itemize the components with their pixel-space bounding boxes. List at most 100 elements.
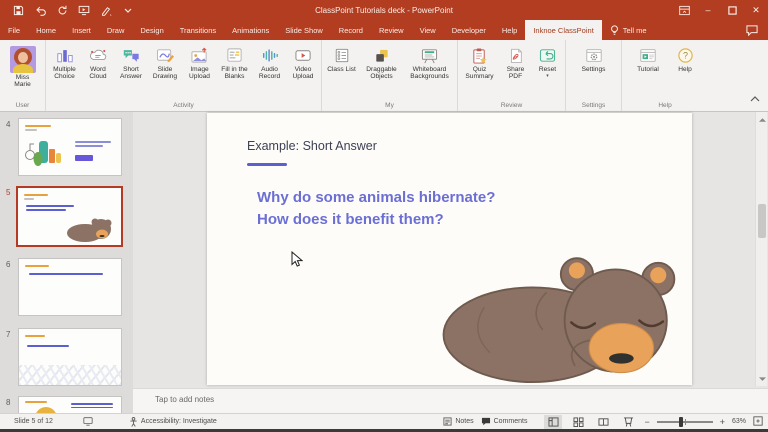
slideshow-view-button[interactable] [619, 415, 637, 429]
class-list-button[interactable]: Class List [324, 44, 360, 73]
customize-toolbar-icon[interactable] [122, 4, 134, 16]
slide-4-thumbnail[interactable] [18, 118, 122, 176]
share-pdf-button[interactable]: Share PDF [500, 44, 532, 81]
user-profile-button[interactable]: Miss Marie [6, 44, 40, 89]
tab-view[interactable]: View [412, 20, 444, 40]
mouse-cursor [291, 251, 303, 267]
save-icon[interactable] [12, 4, 24, 16]
slide-7-thumbnail[interactable] [18, 328, 122, 386]
display-settings-icon[interactable] [83, 416, 93, 428]
close-button[interactable]: ✕ [744, 0, 768, 20]
slide-6-thumbnail[interactable] [18, 258, 122, 316]
slide-editor-area: Example: Short Answer Why do some animal… [133, 112, 768, 388]
notes-icon [443, 417, 452, 426]
tab-help[interactable]: Help [494, 20, 525, 40]
title-underline [247, 163, 287, 166]
zoom-in-button[interactable]: + [720, 417, 725, 427]
quiz-summary-button[interactable]: Quiz Summary [460, 44, 500, 81]
tell-me[interactable]: Tell me [602, 20, 655, 40]
zoom-out-button[interactable]: − [644, 417, 649, 427]
notes-pane[interactable]: Tap to add notes [133, 388, 768, 413]
user-avatar [9, 46, 36, 73]
tab-design[interactable]: Design [132, 20, 171, 40]
tutorial-button[interactable]: Tutorial [628, 44, 668, 73]
group-label-activity: Activity [173, 102, 194, 109]
slide-sorter-view-button[interactable] [569, 415, 587, 429]
zoom-slider[interactable] [656, 416, 713, 427]
tab-insert[interactable]: Insert [64, 20, 99, 40]
comments-toggle[interactable]: Comments [481, 417, 527, 426]
slide-5-thumbnail[interactable] [16, 186, 123, 247]
reset-button[interactable]: Reset ▾ [532, 44, 564, 79]
reset-dropdown-caret[interactable]: ▾ [546, 74, 549, 79]
help-button[interactable]: ? Help [668, 44, 702, 73]
ribbon: Miss Marie User Multiple Choice Word Clo… [0, 40, 768, 112]
group-label-help: Help [658, 102, 672, 109]
zoom-level[interactable]: 63% [732, 418, 746, 425]
quick-access-toolbar [0, 4, 134, 16]
slide-number: 6 [6, 260, 11, 269]
tab-file[interactable]: File [0, 20, 28, 40]
comments-pane-icon[interactable] [746, 20, 768, 40]
multiple-choice-button[interactable]: Multiple Choice [48, 44, 82, 81]
undo-icon[interactable] [34, 4, 46, 16]
zoom-slider-thumb[interactable] [678, 416, 683, 427]
slide-8-thumbnail[interactable] [18, 396, 122, 413]
slide-drawing-button[interactable]: Slide Drawing [148, 44, 183, 81]
accessibility-status[interactable]: Accessibility: Investigate [129, 416, 217, 427]
ribbon-group-help: Tutorial ? Help Help [622, 40, 708, 111]
scroll-down-icon[interactable] [756, 372, 768, 386]
cell-pattern [19, 365, 121, 385]
draggable-objects-button[interactable]: Draggable Objects [360, 44, 404, 81]
scroll-up-icon[interactable] [756, 112, 768, 126]
tab-transitions[interactable]: Transitions [172, 20, 224, 40]
minimize-button[interactable]: – [696, 0, 720, 20]
audio-record-button[interactable]: Audio Record [253, 44, 287, 81]
whiteboard-backgrounds-button[interactable]: Whiteboard Backgrounds [404, 44, 456, 81]
restore-button[interactable] [720, 0, 744, 20]
image-upload-button[interactable]: Image Upload [183, 44, 217, 81]
tab-home[interactable]: Home [28, 20, 64, 40]
bear-mini-illustration [67, 218, 112, 242]
vertical-scrollbar[interactable] [755, 112, 767, 386]
current-slide-canvas[interactable]: Example: Short Answer Why do some animal… [207, 113, 692, 385]
start-slideshow-icon[interactable] [78, 4, 90, 16]
video-upload-button[interactable]: Video Upload [287, 44, 320, 81]
notes-toggle[interactable]: Notes [443, 417, 474, 426]
ink-tools-icon[interactable] [100, 4, 112, 16]
tab-inknoe-classpoint[interactable]: Inknoe ClassPoint [525, 20, 602, 40]
video-icon [294, 46, 313, 65]
slide-title: Example: Short Answer [247, 139, 377, 153]
ribbon-group-activity: Multiple Choice Word Cloud Short Answer … [46, 40, 322, 111]
question-text: Why do some animals hibernate? How does … [257, 189, 496, 228]
slide-number: 7 [6, 330, 11, 339]
notes-placeholder: Tap to add notes [155, 395, 215, 404]
title-bar: ClassPoint Tutorials deck - PowerPoint –… [0, 0, 768, 20]
speech-bubbles-icon [122, 46, 140, 65]
word-cloud-button[interactable]: Word Cloud [82, 44, 115, 81]
tab-record[interactable]: Record [331, 20, 371, 40]
fill-in-the-blanks-button[interactable]: Fill in the Blanks [217, 44, 253, 81]
ribbon-group-my: Class List Draggable Objects Whiteboard … [322, 40, 458, 111]
short-answer-button[interactable]: Short Answer [115, 44, 148, 81]
question-mark-icon: ? [677, 46, 694, 65]
slide-number: 4 [6, 120, 11, 129]
reading-view-button[interactable] [594, 415, 612, 429]
group-label-user: User [15, 102, 30, 109]
tab-animations[interactable]: Animations [224, 20, 277, 40]
fit-slide-to-window-button[interactable] [753, 415, 763, 428]
redo-icon[interactable] [56, 4, 68, 16]
tab-review[interactable]: Review [371, 20, 412, 40]
ribbon-display-options-icon[interactable] [672, 0, 696, 20]
settings-button[interactable]: Settings [574, 44, 614, 73]
tab-developer[interactable]: Developer [444, 20, 494, 40]
health-illustration [25, 141, 61, 166]
bar-chart-icon [56, 46, 74, 65]
tab-draw[interactable]: Draw [99, 20, 133, 40]
reset-icon [539, 46, 556, 65]
scrollbar-thumb[interactable] [758, 204, 766, 238]
whiteboard-icon [420, 46, 439, 65]
normal-view-button[interactable] [544, 414, 563, 429]
tab-slide-show[interactable]: Slide Show [277, 20, 331, 40]
collapse-ribbon-icon[interactable] [750, 89, 760, 107]
